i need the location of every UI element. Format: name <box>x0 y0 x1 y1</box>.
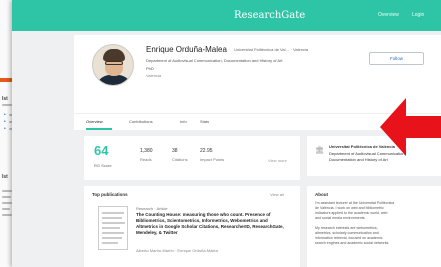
about-text-line: de València. I work on web and bibliomet… <box>315 206 384 210</box>
tab-info[interactable]: Info <box>180 119 187 124</box>
publication-type: Research · Article <box>136 206 168 211</box>
profile-affiliation[interactable]: Universitat Politècnica de Val… · Valenc… <box>234 47 308 52</box>
about-card: About I'm assistant lecturer at the Univ… <box>307 186 441 267</box>
stat-citations-value: 38 <box>172 148 178 154</box>
about-text-line: altmetrics, scholarly communication and <box>315 231 379 235</box>
follow-button[interactable]: Follow <box>369 52 424 65</box>
publication-thumbnail[interactable] <box>98 206 128 250</box>
active-tab-indicator <box>86 128 112 130</box>
bullet-icon: • <box>4 126 6 132</box>
background-text-line <box>2 190 12 192</box>
background-text-line <box>2 104 12 106</box>
stat-impact-label: Impact Points <box>200 157 225 162</box>
bullet-icon: • <box>4 119 6 125</box>
background-label: Ist <box>2 96 8 102</box>
profile-department: Department of Audiovisual Communication,… <box>146 58 283 63</box>
avatar[interactable] <box>92 44 134 86</box>
profile-name: Enrique Orduña-Malea <box>146 45 227 54</box>
publications-view-all-link[interactable]: View all <box>270 192 284 197</box>
publications-heading: Top publications <box>92 192 128 197</box>
about-text-line: search engines and academic social netwo… <box>315 241 390 245</box>
rg-score-value[interactable]: 64 <box>94 143 108 158</box>
profile-location: Valencia <box>146 73 162 78</box>
about-text-line: indicators applied to the academic world… <box>315 211 388 215</box>
publications-card: Top publications View all Research · Art… <box>84 186 300 267</box>
brand-logo[interactable]: ResearchGate <box>234 10 305 21</box>
background-text-line <box>2 196 11 198</box>
red-arrow-icon <box>380 98 441 156</box>
tab-contributions[interactable]: Contributions <box>129 119 153 124</box>
about-text-line: information retrieval, focused on academ… <box>315 236 383 240</box>
background-text-line <box>2 208 10 210</box>
tab-stats[interactable]: Stats <box>200 119 209 124</box>
bullet-icon: • <box>4 112 6 118</box>
stat-impact-value: 22.95 <box>200 148 213 154</box>
about-text-line: I'm assistant lecturer at the Universita… <box>315 201 395 205</box>
nav-link-overview[interactable]: Overview <box>378 12 399 18</box>
top-navigation-bar: ResearchGate Overview Login <box>12 0 441 31</box>
institution-department-cont: Documentation and History of Art <box>329 157 388 162</box>
publication-title[interactable]: The Counting House: measuring those who … <box>136 212 286 236</box>
about-text-line: My research interests are webometrics, <box>315 226 378 230</box>
nav-link-login[interactable]: Login <box>412 12 424 18</box>
institution-icon: 🏛 <box>315 147 324 154</box>
browser-window: ResearchGate Overview Login Enrique Ordu… <box>12 0 441 267</box>
stats-card: 64 RG Score 1,380 Reads 38 Citations 22.… <box>84 136 300 180</box>
screenshot-root: Ist • • • Ist ResearchGate Overview Logi… <box>0 0 441 267</box>
rg-score-label: RG Score <box>94 163 112 168</box>
stat-reads-value: 1,380 <box>140 148 153 154</box>
background-label: Ist <box>2 174 8 180</box>
stat-citations-label: Citations <box>172 157 188 162</box>
about-heading: About <box>315 192 328 197</box>
background-text-line <box>2 202 12 204</box>
background-text-line <box>2 214 12 216</box>
stats-view-more-link[interactable]: View more <box>268 158 287 163</box>
publication-authors[interactable]: Alberto Martín-Martín · Enrique Orduña-M… <box>136 248 218 253</box>
profile-degree: PhD <box>146 66 154 71</box>
stat-reads-label: Reads <box>140 157 152 162</box>
tab-overview[interactable]: Overview <box>86 119 103 124</box>
about-text-line: and social media environments. <box>315 216 366 220</box>
